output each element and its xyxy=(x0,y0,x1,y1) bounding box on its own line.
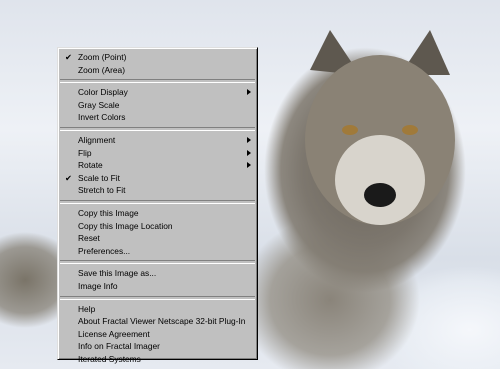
menu-item-label: Copy this Image xyxy=(78,207,139,218)
menu-item-label: Zoom (Point) xyxy=(78,52,127,62)
context-menu: ✔ Zoom (Point) Zoom (Area) Color Display Gra… xyxy=(57,47,258,364)
menu-item-stretch-to-fit[interactable]: Stretch to Fit xyxy=(58,184,257,197)
menu-separator xyxy=(60,260,255,265)
menu-item-rotate[interactable]: Rotate xyxy=(58,159,257,172)
menu-item-scale-to-fit[interactable]: ✔ Scale to Fit xyxy=(58,172,257,185)
menu-item-copy-this-image-location[interactable]: Copy this Image Location xyxy=(58,220,257,233)
menu-separator xyxy=(60,79,255,84)
menu-item-label: Help xyxy=(78,303,96,314)
menu-item-label: Stretch to Fit xyxy=(78,185,126,196)
wolf-head-graphic xyxy=(305,30,455,225)
menu-separator xyxy=(60,126,255,131)
submenu-arrow-icon xyxy=(247,89,251,96)
menu-item-color-display[interactable]: Color Display xyxy=(58,86,257,99)
menu-item-label: Rotate xyxy=(78,160,103,171)
menu-item-label: Gray Scale xyxy=(78,99,120,110)
menu-item-help[interactable]: Help xyxy=(58,303,257,316)
menu-item-label: Preferences... xyxy=(78,245,131,256)
checkmark-icon: ✔ xyxy=(65,52,73,62)
submenu-arrow-icon xyxy=(247,136,251,143)
menu-item-invert-colors[interactable]: Invert Colors xyxy=(58,111,257,124)
menu-item-label: Color Display xyxy=(78,87,128,98)
checkmark-icon: ✔ xyxy=(65,172,73,183)
submenu-arrow-icon xyxy=(247,162,251,169)
menu-item-label: Scale to Fit xyxy=(78,172,120,183)
submenu-arrow-icon xyxy=(247,149,251,156)
menu-separator xyxy=(60,199,255,204)
menu-item-label: Copy this Image Location xyxy=(78,220,173,231)
menu-item-flip[interactable]: Flip xyxy=(58,147,257,160)
menu-item-save-this-image-as[interactable]: Save this Image as... xyxy=(58,267,257,280)
menu-item-label: Zoom (Area) xyxy=(78,64,126,75)
menu-item-label: Reset xyxy=(78,233,100,244)
menu-separator xyxy=(60,295,255,300)
menu-item-license-agreement[interactable]: License Agreement xyxy=(58,328,257,341)
menu-item-gray-scale[interactable]: Gray Scale xyxy=(58,99,257,112)
menu-item-iterated-systems[interactable]: Iterated Systems xyxy=(58,353,257,366)
menu-item-copy-this-image[interactable]: Copy this Image xyxy=(58,207,257,220)
menu-item-label: Alignment xyxy=(78,134,116,145)
menu-item-info-on-fractal-imager[interactable]: Info on Fractal Imager xyxy=(58,340,257,353)
menu-item-label: License Agreement xyxy=(78,328,150,339)
menu-item-zoom-area[interactable]: Zoom (Area) xyxy=(58,64,257,77)
menu-item-label: About Fractal Viewer Netscape 32-bit Plu… xyxy=(78,316,246,327)
menu-item-label: Info on Fractal Imager xyxy=(78,341,160,352)
menu-item-zoom-point[interactable]: ✔ Zoom (Point) xyxy=(58,51,257,64)
menu-item-label: Image Info xyxy=(78,280,118,291)
menu-item-about-fractal-viewer-netscape-32-bit-plug-in[interactable]: About Fractal Viewer Netscape 32-bit Plu… xyxy=(58,315,257,328)
menu-item-label: Iterated Systems xyxy=(78,353,141,364)
menu-item-label: Invert Colors xyxy=(78,112,126,123)
menu-item-alignment[interactable]: Alignment xyxy=(58,134,257,147)
menu-item-label: Save this Image as... xyxy=(78,268,157,279)
menu-item-reset[interactable]: Reset xyxy=(58,232,257,245)
menu-item-image-info[interactable]: Image Info xyxy=(58,280,257,293)
menu-item-label: Flip xyxy=(78,147,92,158)
menu-item-preferences[interactable]: Preferences... xyxy=(58,245,257,258)
